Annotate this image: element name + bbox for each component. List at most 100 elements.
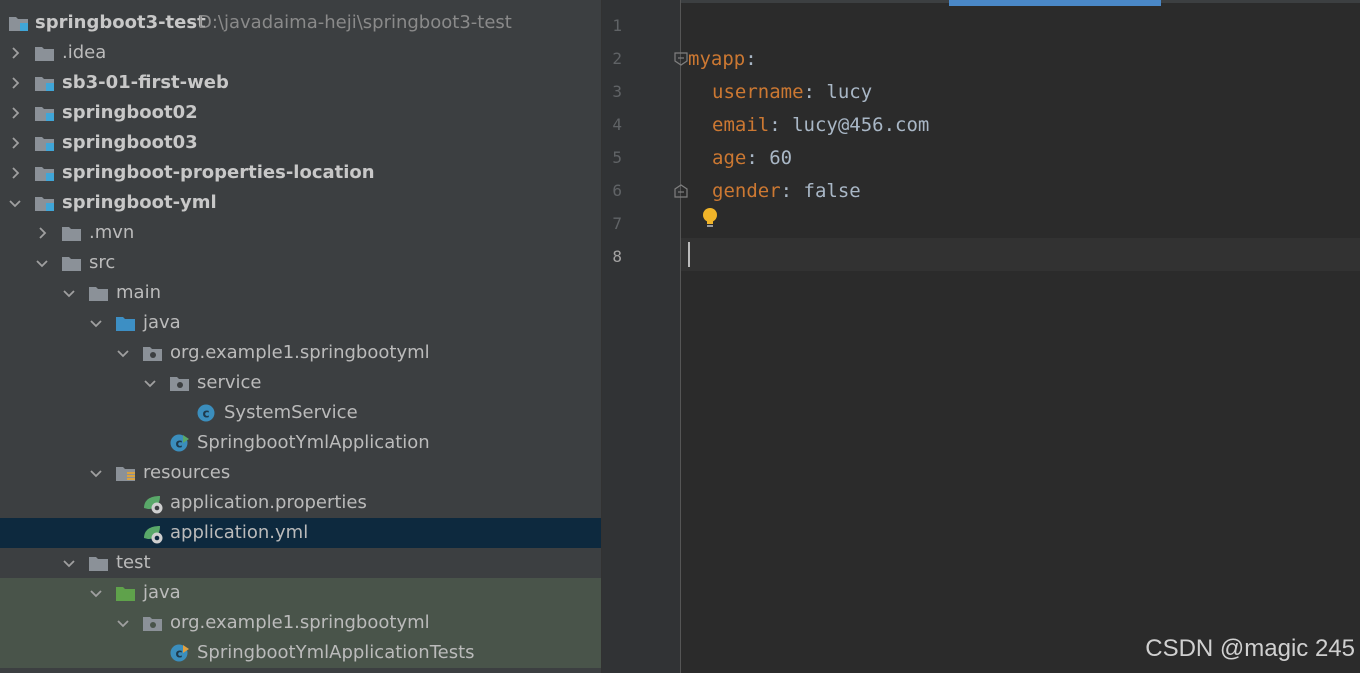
- tree-item-label: springboot02: [62, 102, 198, 123]
- test-folder-icon: [115, 584, 137, 602]
- code-line-5[interactable]: age: 60: [712, 147, 792, 169]
- resources-folder-icon: [115, 464, 137, 482]
- line-number: 2: [612, 49, 622, 68]
- yaml-value: false: [803, 180, 861, 202]
- tree-item-resources[interactable]: resources: [0, 458, 601, 488]
- yaml-separator: :: [746, 147, 770, 169]
- tree-item-folder[interactable]: main: [0, 278, 601, 308]
- line-number: 5: [612, 148, 622, 167]
- chevron-down-icon[interactable]: [117, 347, 129, 359]
- current-line-highlight: [681, 238, 1360, 271]
- tree-item-label: SpringbootYmlApplicationTests: [197, 642, 475, 663]
- folder-icon: [34, 44, 56, 62]
- source-folder-icon: [115, 314, 137, 332]
- code-editor[interactable]: 1 2 3 4 5 6 7 8 myapp: username: lucy em…: [602, 0, 1360, 673]
- tree-item-package[interactable]: org.example1.springbootyml: [0, 608, 601, 638]
- tree-item-label: service: [197, 372, 262, 393]
- chevron-down-icon[interactable]: [117, 617, 129, 629]
- code-line-3[interactable]: username: lucy: [712, 81, 872, 103]
- svg-text:c: c: [175, 437, 182, 451]
- tree-item-label: .mvn: [89, 222, 135, 243]
- chevron-right-icon[interactable]: [9, 167, 21, 179]
- tree-item-test-root[interactable]: java: [0, 578, 601, 608]
- tree-item-label: org.example1.springbootyml: [170, 612, 430, 633]
- tree-item-label: resources: [143, 462, 231, 483]
- tree-item-label: src: [89, 252, 116, 273]
- tree-item-idea[interactable]: .idea: [0, 38, 601, 68]
- tree-item-module[interactable]: sb3-01-first-web: [0, 68, 601, 98]
- tree-item-file[interactable]: application.properties: [0, 488, 601, 518]
- yaml-key: age: [712, 147, 747, 169]
- module-folder-icon: [34, 104, 56, 122]
- test-class-icon: c: [169, 644, 191, 662]
- code-line-6[interactable]: gender: false: [712, 180, 861, 202]
- fold-end-icon[interactable]: [674, 183, 688, 198]
- chevron-down-icon[interactable]: [63, 287, 75, 299]
- tree-item-source-root[interactable]: java: [0, 308, 601, 338]
- editor-gutter[interactable]: 1 2 3 4 5 6 7 8: [602, 0, 688, 673]
- code-line-2[interactable]: myapp:: [688, 48, 757, 70]
- watermark: CSDN @magic 245: [1145, 635, 1355, 662]
- tree-item-label: sb3-01-first-web: [62, 72, 229, 93]
- chevron-right-icon[interactable]: [9, 77, 21, 89]
- chevron-down-icon[interactable]: [90, 467, 102, 479]
- module-folder-icon: [34, 74, 56, 92]
- tree-item-module[interactable]: springboot-yml: [0, 188, 601, 218]
- folder-icon: [88, 284, 110, 302]
- yaml-separator: :: [803, 81, 827, 103]
- folder-icon: [88, 554, 110, 572]
- class-icon: c: [196, 404, 218, 422]
- line-number-current: 8: [612, 247, 622, 266]
- tree-item-label: application.yml: [170, 522, 309, 543]
- tree-item-package[interactable]: service: [0, 368, 601, 398]
- spring-config-icon: [142, 524, 164, 544]
- chevron-right-icon[interactable]: [9, 137, 21, 149]
- tree-item-folder[interactable]: test: [0, 548, 601, 578]
- tree-item-label: main: [116, 282, 161, 303]
- chevron-right-icon[interactable]: [9, 47, 21, 59]
- chevron-down-icon[interactable]: [90, 317, 102, 329]
- chevron-down-icon[interactable]: [9, 197, 21, 209]
- tree-item-label: java: [143, 312, 181, 333]
- yaml-value: lucy@456.com: [792, 114, 930, 136]
- chevron-right-icon[interactable]: [9, 107, 21, 119]
- line-number: 4: [612, 115, 622, 134]
- tree-item-class[interactable]: c SystemService: [0, 398, 601, 428]
- tree-item-package[interactable]: org.example1.springbootyml: [0, 338, 601, 368]
- tree-item-module[interactable]: springboot02: [0, 98, 601, 128]
- tree-item-label: org.example1.springbootyml: [170, 342, 430, 363]
- tree-item-class[interactable]: c SpringbootYmlApplication: [0, 428, 601, 458]
- tree-item-module[interactable]: springboot-properties-location: [0, 158, 601, 188]
- tree-item-class[interactable]: c SpringbootYmlApplicationTests: [0, 638, 601, 668]
- tree-item-folder[interactable]: .mvn: [0, 218, 601, 248]
- chevron-down-icon[interactable]: [90, 587, 102, 599]
- yaml-key: username: [712, 81, 804, 103]
- lightbulb-icon[interactable]: [700, 206, 720, 230]
- package-icon: [142, 344, 164, 362]
- chevron-down-icon[interactable]: [63, 557, 75, 569]
- yaml-key: email: [712, 114, 770, 136]
- yaml-value: 60: [769, 147, 793, 169]
- tree-root-label: springboot3-test: [35, 12, 206, 33]
- chevron-down-icon[interactable]: [36, 257, 48, 269]
- svg-text:c: c: [202, 407, 209, 421]
- line-number: 3: [612, 82, 622, 101]
- code-line-4[interactable]: email: lucy@456.com: [712, 114, 929, 136]
- tree-item-module[interactable]: springboot03: [0, 128, 601, 158]
- tree-item-file-selected[interactable]: application.yml: [0, 518, 601, 548]
- tree-item-label: springboot03: [62, 132, 198, 153]
- folder-icon: [61, 224, 83, 242]
- yaml-key: myapp: [688, 48, 746, 70]
- chevron-down-icon[interactable]: [144, 377, 156, 389]
- tree-root-row[interactable]: springboot3-test D:\javadaima-heji\sprin…: [0, 8, 601, 38]
- yaml-separator: :: [745, 48, 757, 70]
- module-folder-icon: [8, 14, 30, 32]
- editor-scroll-indicator[interactable]: [949, 0, 1161, 6]
- tree-item-folder[interactable]: src: [0, 248, 601, 278]
- line-number: 7: [612, 214, 622, 233]
- spring-config-icon: [142, 494, 164, 514]
- module-folder-icon: [34, 194, 56, 212]
- tree-item-label: springboot-properties-location: [62, 162, 375, 183]
- fold-start-icon[interactable]: [674, 51, 688, 66]
- chevron-right-icon[interactable]: [36, 227, 48, 239]
